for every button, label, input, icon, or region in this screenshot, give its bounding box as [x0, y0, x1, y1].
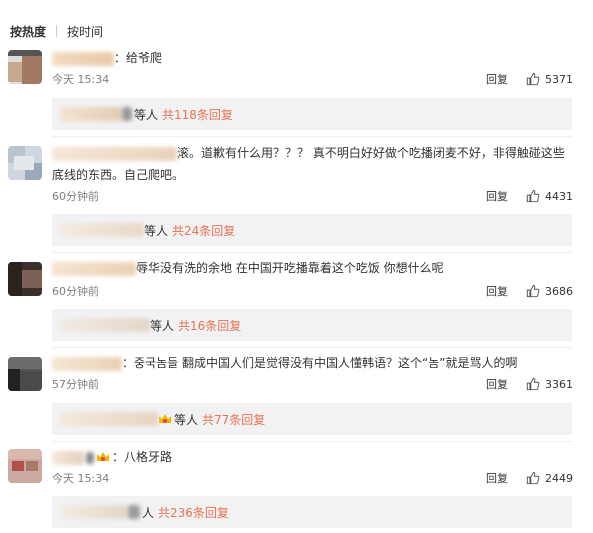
- comment-time: 57分钟前: [52, 378, 99, 391]
- like-button[interactable]: 4431: [526, 189, 573, 203]
- like-button[interactable]: 3686: [526, 284, 573, 298]
- like-count: 3361: [545, 377, 573, 391]
- sort-bar: 按热度 按时间: [10, 22, 103, 40]
- like-count: 5371: [545, 72, 573, 86]
- comment-time: 今天 15:34: [52, 472, 110, 485]
- divider: [52, 252, 573, 253]
- crown-icon: [159, 413, 171, 423]
- sort-by-time-tab[interactable]: 按时间: [67, 23, 103, 40]
- sub-reply-etc: 等人: [150, 318, 175, 333]
- sub-reply-total-link[interactable]: 共77条回复: [202, 411, 265, 428]
- thumb-up-icon: [526, 284, 540, 298]
- sub-reply-total-link[interactable]: 共16条回复: [178, 317, 241, 334]
- sub-reply-total-link[interactable]: 共236条回复: [158, 504, 229, 521]
- reply-button[interactable]: 回复: [486, 71, 508, 87]
- username-blurred[interactable]: [52, 356, 122, 371]
- comment-text: ：八格牙路: [52, 446, 573, 468]
- sub-reply-users-blurred: [60, 412, 158, 426]
- username-blurred[interactable]: [52, 146, 177, 161]
- comment-time: 60分钟前: [52, 285, 99, 298]
- like-button[interactable]: 2449: [526, 471, 573, 485]
- sub-reply-etc: 等人: [144, 223, 169, 238]
- like-count: 3686: [545, 284, 573, 298]
- sub-reply-etc: 等人: [134, 107, 159, 122]
- thumb-up-icon: [526, 189, 540, 203]
- thumb-up-icon: [526, 377, 540, 391]
- comment-time: 60分钟前: [52, 190, 99, 203]
- sub-replies[interactable]: 等人 共77条回复: [52, 403, 572, 435]
- username-blurred[interactable]: [52, 51, 114, 66]
- divider: [52, 347, 573, 348]
- avatar[interactable]: [8, 449, 42, 483]
- sub-replies[interactable]: 等人 共118条回复: [52, 98, 572, 130]
- like-count: 4431: [545, 189, 573, 203]
- comment-meta: 60分钟前 回复 4431: [52, 187, 573, 205]
- comment-text: 滚。道歉有什么用？？？ 真不明白好好做个吃播闭麦不好，非得触碰这些: [52, 142, 573, 164]
- thumb-up-icon: [526, 72, 540, 86]
- sub-reply-etc: 人: [142, 505, 155, 520]
- comment-meta: 今天 15:34 回复 5371: [52, 70, 573, 88]
- divider: [52, 136, 573, 137]
- sort-by-hot-tab[interactable]: 按热度: [10, 23, 46, 40]
- comment-text: ：给爷爬: [52, 47, 573, 69]
- like-button[interactable]: 5371: [526, 72, 573, 86]
- avatar[interactable]: [8, 146, 42, 180]
- thumb-up-icon: [526, 471, 540, 485]
- sub-replies[interactable]: 等人 共24条回复: [52, 214, 572, 246]
- comment-meta: 57分钟前 回复 3361: [52, 375, 573, 393]
- reply-button[interactable]: 回复: [486, 188, 508, 204]
- reply-button[interactable]: 回复: [486, 283, 508, 299]
- sub-reply-users-blurred: [60, 318, 150, 332]
- avatar[interactable]: [8, 262, 42, 296]
- username-blurred[interactable]: [52, 261, 136, 276]
- sub-reply-total-link[interactable]: 共24条回复: [172, 222, 235, 239]
- comment-text: 辱华没有洗的余地 在中国开吃播靠着这个吃饭 你想什么呢: [52, 257, 573, 279]
- comment-text-line2: 底线的东西。自己爬吧。: [52, 168, 185, 182]
- comment-time: 今天 15:34: [52, 73, 110, 86]
- sub-replies[interactable]: 等人 共16条回复: [52, 309, 572, 341]
- username-blurred[interactable]: [52, 450, 84, 465]
- reply-button[interactable]: 回复: [486, 376, 508, 392]
- reply-button[interactable]: 回复: [486, 470, 508, 486]
- divider: [52, 441, 573, 442]
- comment-meta: 60分钟前 回复 3686: [52, 282, 573, 300]
- sub-reply-users-blurred: [60, 223, 144, 237]
- avatar[interactable]: [8, 357, 42, 391]
- sub-reply-total-link[interactable]: 共118条回复: [162, 106, 233, 123]
- avatar[interactable]: [8, 50, 42, 84]
- sub-replies[interactable]: 人 共236条回复: [52, 496, 572, 528]
- sub-reply-users-blurred: [60, 107, 122, 121]
- comment-meta: 今天 15:34 回复 2449: [52, 469, 573, 487]
- sub-reply-users-blurred: [60, 505, 128, 519]
- comment-text: ：중국놈들 翻成中国人们是觉得没有中国人懂韩语？这个“놈”就是骂人的啊: [52, 352, 573, 374]
- like-count: 2449: [545, 471, 573, 485]
- crown-icon: [97, 452, 109, 461]
- sort-divider: [56, 25, 58, 37]
- sub-reply-etc: 等人: [174, 412, 199, 427]
- like-button[interactable]: 3361: [526, 377, 573, 391]
